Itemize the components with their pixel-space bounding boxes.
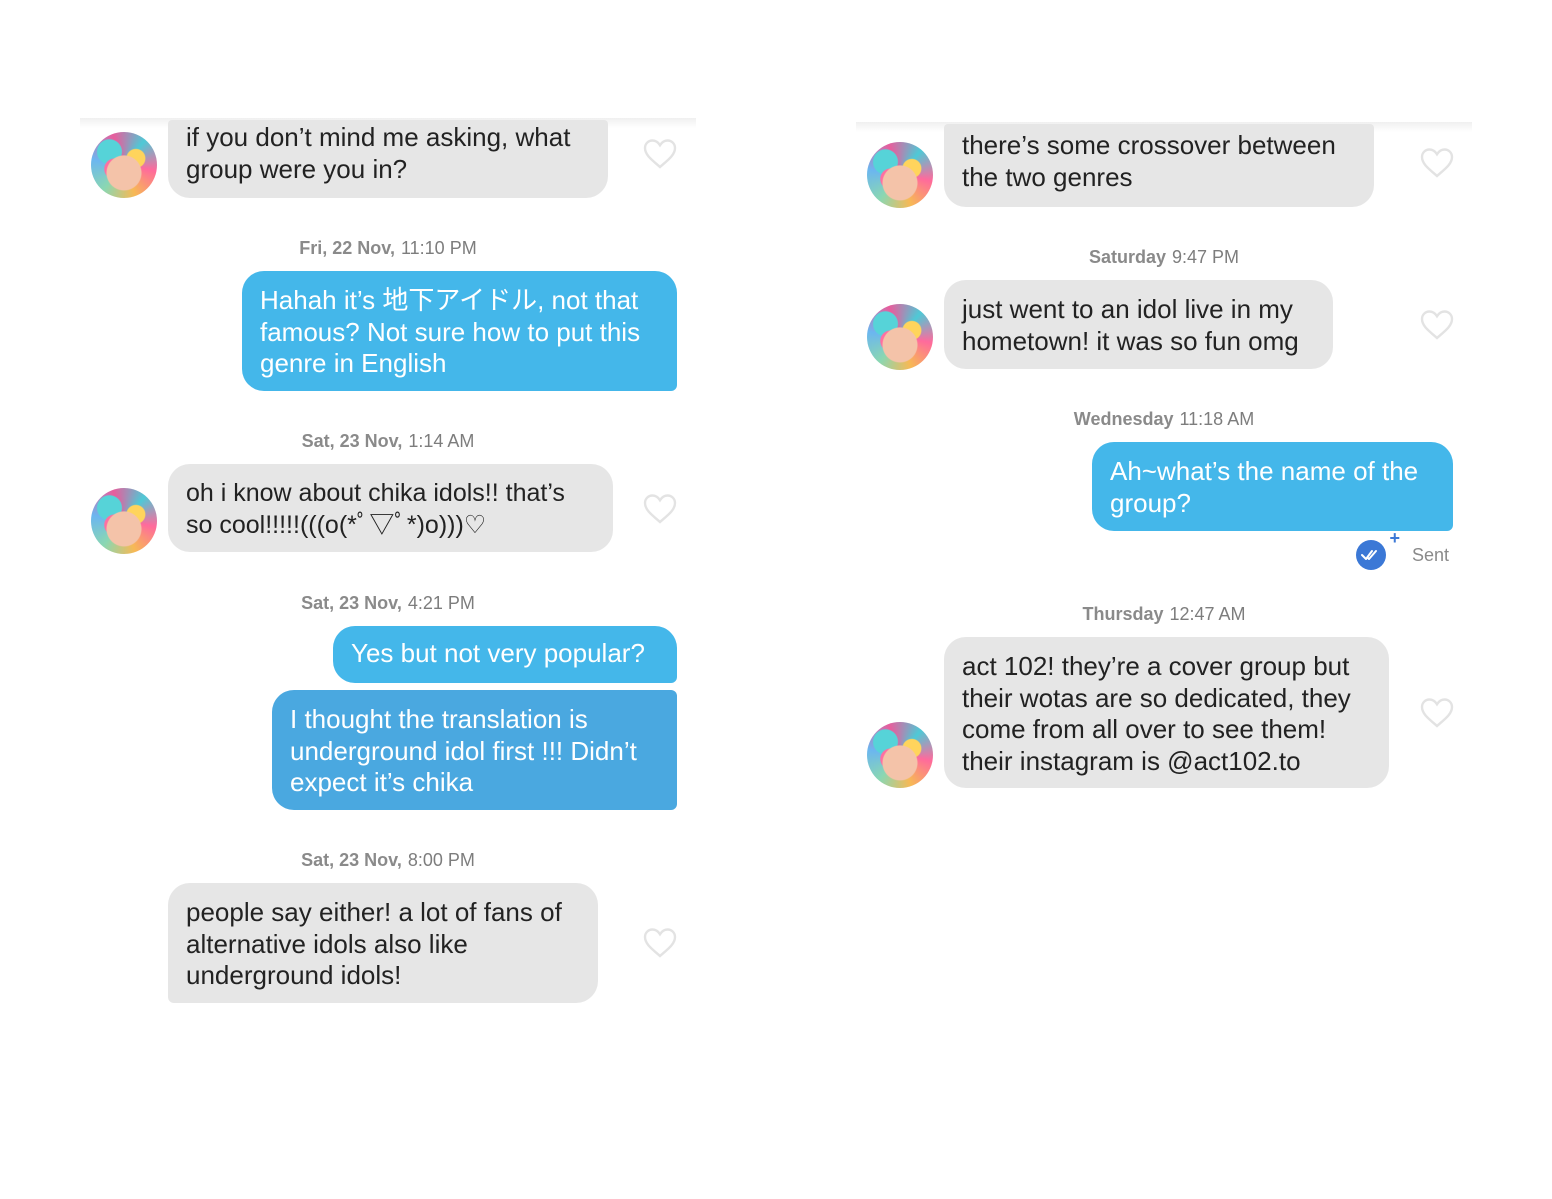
read-receipt: + Sent: [1356, 528, 1450, 570]
heart-outline-icon[interactable]: [643, 928, 677, 958]
message-outgoing[interactable]: Yes but not very popular?: [333, 626, 677, 683]
message-incoming[interactable]: just went to an idol live in my hometown…: [944, 280, 1333, 369]
double-check-icon: +: [1356, 528, 1400, 570]
message-outgoing[interactable]: I thought the translation is underground…: [272, 690, 677, 810]
message-incoming[interactable]: if you don’t mind me asking, what group …: [168, 120, 608, 198]
message-text: Hahah it’s 地下アイドル, not that famous? Not …: [260, 285, 641, 378]
sent-status: Sent: [1412, 544, 1450, 565]
timestamp-time: 1:14 AM: [408, 431, 475, 451]
avatar[interactable]: [867, 304, 933, 370]
timestamp: Wednesday 11:18 AM: [856, 409, 1472, 430]
timestamp-day: Fri, 22 Nov,: [299, 238, 395, 258]
timestamp: Sat, 23 Nov, 4:21 PM: [80, 593, 696, 614]
avatar[interactable]: [867, 142, 933, 208]
avatar[interactable]: [91, 132, 157, 198]
message-text: Yes but not very popular?: [351, 638, 645, 668]
message-text: I thought the translation is underground…: [290, 704, 637, 797]
timestamp-day: Wednesday: [1073, 409, 1174, 429]
chat-panel-left: if you don’t mind me asking, what group …: [80, 0, 696, 1199]
timestamp-day: Saturday: [1088, 247, 1166, 267]
timestamp-day: Sat, 23 Nov,: [301, 431, 403, 451]
timestamp-time: 11:10 PM: [400, 238, 477, 258]
chat-panel-right: there’s some crossover between the two g…: [856, 0, 1472, 1199]
message-incoming[interactable]: people say either! a lot of fans of alte…: [168, 883, 598, 1003]
timestamp-day: Sat, 23 Nov,: [301, 593, 402, 613]
timestamp: Fri, 22 Nov, 11:10 PM: [80, 238, 696, 259]
timestamp: Saturday 9:47 PM: [856, 247, 1472, 268]
heart-outline-icon[interactable]: [1420, 148, 1454, 178]
timestamp-time: 11:18 AM: [1179, 409, 1255, 429]
avatar[interactable]: [867, 722, 933, 788]
plus-icon: +: [1389, 528, 1400, 548]
message-text: people say either! a lot of fans of alte…: [186, 897, 562, 990]
timestamp-time: 4:21 PM: [407, 593, 475, 613]
message-incoming[interactable]: there’s some crossover between the two g…: [944, 124, 1374, 207]
message-text: just went to an idol live in my hometown…: [962, 294, 1299, 356]
message-outgoing[interactable]: Ah~what’s the name of the group?: [1092, 442, 1453, 531]
timestamp: Thursday 12:47 AM: [856, 604, 1472, 625]
heart-outline-icon[interactable]: [643, 139, 677, 169]
message-text: Ah~what’s the name of the group?: [1110, 456, 1419, 518]
message-text: act 102! they’re a cover group but their…: [962, 651, 1351, 776]
message-outgoing[interactable]: Hahah it’s 地下アイドル, not that famous? Not …: [242, 271, 677, 391]
avatar[interactable]: [91, 488, 157, 554]
timestamp-time: 12:47 AM: [1169, 604, 1246, 624]
timestamp-day: Sat, 23 Nov,: [301, 850, 402, 870]
message-text: oh i know about chika idols!! that’s so …: [186, 479, 565, 539]
heart-outline-icon[interactable]: [1420, 698, 1454, 728]
timestamp-time: 8:00 PM: [407, 850, 475, 870]
timestamp-time: 9:47 PM: [1171, 247, 1240, 267]
timestamp: Sat, 23 Nov, 8:00 PM: [80, 850, 696, 871]
message-text: there’s some crossover between the two g…: [962, 130, 1336, 192]
message-incoming[interactable]: act 102! they’re a cover group but their…: [944, 637, 1389, 788]
heart-outline-icon[interactable]: [1420, 310, 1454, 340]
timestamp: Sat, 23 Nov, 1:14 AM: [80, 431, 696, 452]
heart-outline-icon[interactable]: [643, 494, 677, 524]
message-text: if you don’t mind me asking, what group …: [186, 122, 571, 184]
timestamp-day: Thursday: [1082, 604, 1164, 624]
message-incoming[interactable]: oh i know about chika idols!! that’s so …: [168, 464, 613, 552]
